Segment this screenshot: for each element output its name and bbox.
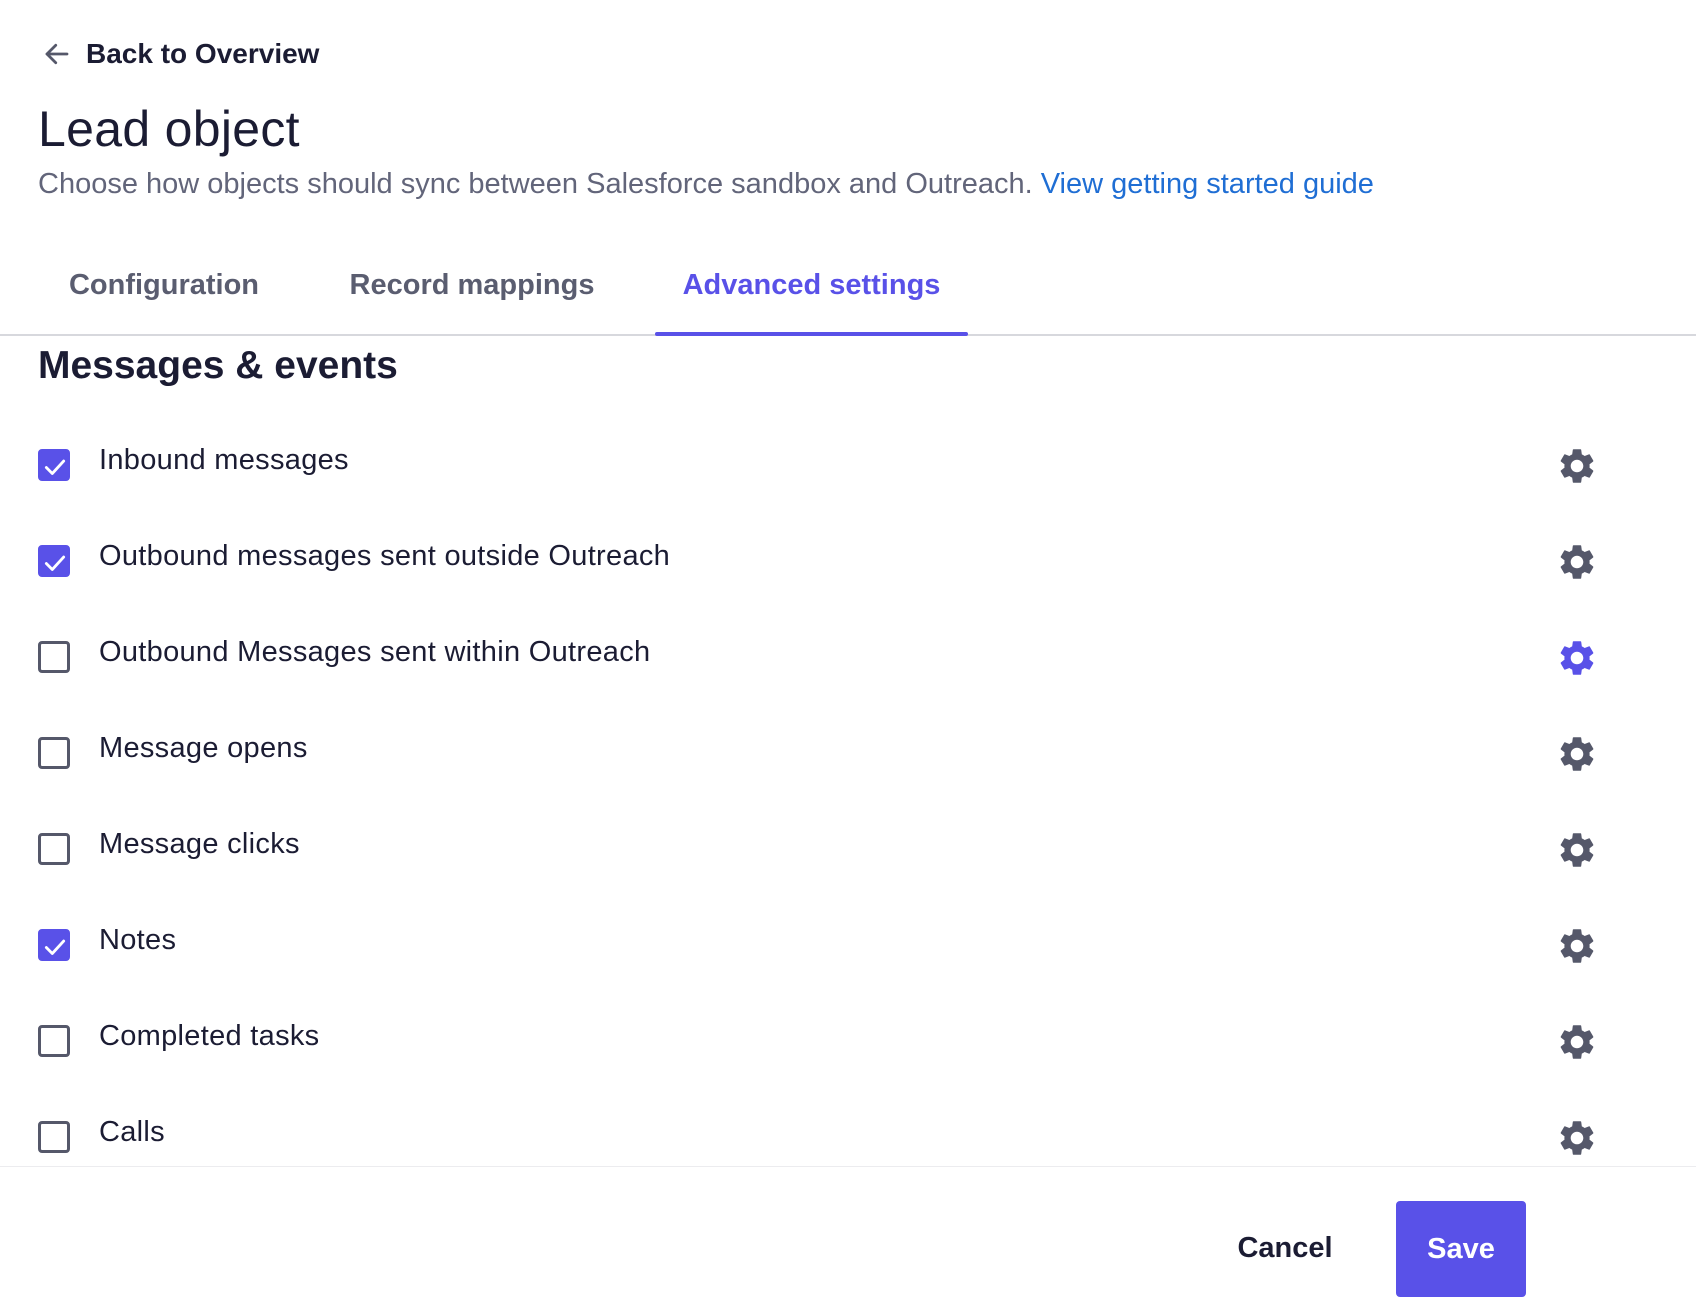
sync-option-label: Outbound Messages sent within Outreach (99, 636, 651, 668)
arrow-left-icon (42, 39, 72, 69)
sync-option-row: Notes (0, 900, 1696, 996)
sync-option-row: Inbound messages (0, 420, 1696, 516)
tab-advanced-settings[interactable]: Advanced settings (655, 236, 968, 336)
gear-icon[interactable] (1556, 637, 1598, 679)
gear-icon[interactable] (1556, 445, 1598, 487)
checkbox[interactable] (38, 449, 70, 481)
sync-option-label: Inbound messages (99, 444, 349, 476)
section-title: Messages & events (38, 344, 398, 387)
sync-option-row: Message clicks (0, 804, 1696, 900)
checkbox[interactable] (38, 545, 70, 577)
cancel-button[interactable]: Cancel (1220, 1201, 1350, 1295)
description-text: Choose how objects should sync between S… (38, 168, 1033, 200)
checkmark-icon (44, 459, 66, 475)
page-title: Lead object (38, 101, 300, 157)
back-link-label: Back to Overview (86, 38, 320, 69)
sync-option-row: Completed tasks (0, 996, 1696, 1092)
sync-option-row: Message opens (0, 708, 1696, 804)
sync-options-list: Inbound messages Outbound messages sent o… (0, 420, 1696, 1166)
sync-option-row: Outbound messages sent outside Outreach (0, 516, 1696, 612)
sync-option-label: Outbound messages sent outside Outreach (99, 540, 671, 572)
gear-icon[interactable] (1556, 1021, 1598, 1063)
sync-option-label: Message clicks (99, 828, 300, 860)
checkmark-icon (44, 939, 66, 955)
tab-bar: Configuration Record mappings Advanced s… (0, 236, 1696, 336)
tab-record-mappings[interactable]: Record mappings (324, 236, 620, 334)
action-footer: Cancel Save (0, 1166, 1696, 1306)
page-description: Choose how objects should sync between S… (38, 168, 1374, 201)
checkbox[interactable] (38, 737, 70, 769)
checkbox[interactable] (38, 1025, 70, 1057)
back-to-overview-link[interactable]: Back to Overview (42, 38, 319, 70)
checkbox[interactable] (38, 929, 70, 961)
gear-icon[interactable] (1556, 541, 1598, 583)
gear-icon[interactable] (1556, 1117, 1598, 1159)
gear-icon[interactable] (1556, 925, 1598, 967)
sync-option-label: Message opens (99, 732, 308, 764)
checkbox[interactable] (38, 641, 70, 673)
lead-object-settings-page: Back to Overview Lead object Choose how … (0, 0, 1696, 1306)
checkbox[interactable] (38, 1121, 70, 1153)
getting-started-guide-link[interactable]: View getting started guide (1041, 168, 1374, 200)
sync-option-label: Notes (99, 924, 177, 956)
gear-icon[interactable] (1556, 829, 1598, 871)
checkbox[interactable] (38, 833, 70, 865)
tab-configuration[interactable]: Configuration (38, 236, 290, 334)
sync-option-row: Calls (0, 1092, 1696, 1166)
gear-icon[interactable] (1556, 733, 1598, 775)
save-button[interactable]: Save (1396, 1201, 1526, 1297)
sync-option-label: Completed tasks (99, 1020, 320, 1052)
checkmark-icon (44, 555, 66, 571)
sync-option-label: Calls (99, 1116, 165, 1148)
sync-option-row: Outbound Messages sent within Outreach (0, 612, 1696, 708)
